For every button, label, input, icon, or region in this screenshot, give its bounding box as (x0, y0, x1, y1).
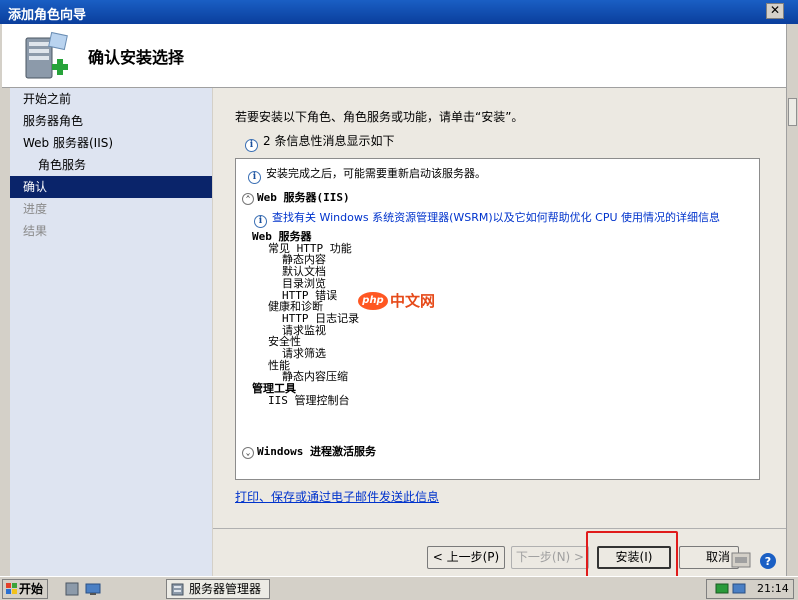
wizard-content: 若要安装以下角色、角色服务或功能，请单击“安装”。 i2 条信息性消息显示如下 … (213, 88, 786, 528)
section-web-server-label: Web 服务器(IIS) (257, 191, 350, 204)
window-title: 添加角色向导 (8, 8, 87, 23)
server-manager-icon (171, 583, 184, 596)
restart-note: i 安装完成之后，可能需要重新启动该服务器。 (248, 165, 486, 184)
windows-logo-icon (6, 583, 17, 594)
confirmation-details[interactable]: i 安装完成之后，可能需要重新启动该服务器。 ⌃ Web 服务器(IIS) i 查找有… (235, 158, 760, 480)
watermark-text: 中文网 (390, 292, 436, 310)
start-button[interactable]: 开始 (2, 579, 48, 599)
nav-item-server-roles[interactable]: 服务器角色 (10, 110, 212, 132)
tree-item: HTTP 日志记录 (282, 311, 360, 325)
clock: 21:14 (757, 582, 789, 595)
info-count-text: 2 条信息性消息显示如下 (263, 134, 395, 148)
close-icon[interactable]: ✕ (766, 3, 784, 19)
role-services-tree: Web 服务器 常见 HTTP 功能 静态内容 默认文档 目录浏览 HTTP 错误 健康和诊… (252, 231, 359, 407)
nav-item-before-you-begin[interactable]: 开始之前 (10, 88, 212, 110)
tray-network-icon[interactable] (715, 582, 749, 596)
site-watermark: php 中文网 (358, 290, 435, 311)
section-was-label: Windows 进程激活服务 (257, 445, 376, 458)
server-add-icon (25, 31, 68, 79)
taskbar-task-label: 服务器管理器 (189, 582, 262, 596)
intro-text: 若要安装以下角色、角色服务或功能，请单击“安装”。 (235, 110, 524, 124)
window-titlebar: 添加角色向导 ✕ (0, 0, 798, 24)
tree-item: 请求筛选 (282, 347, 326, 361)
section-was[interactable]: ⌄ Windows 进程激活服务 (242, 443, 376, 459)
previous-button[interactable]: < 上一步(P) (427, 546, 505, 569)
left-border (2, 88, 10, 576)
info-message-count: i 2 条信息性消息显示如下 (245, 132, 394, 152)
start-label: 开始 (19, 582, 44, 596)
background-window-scrollbar (786, 24, 798, 576)
section-web-server[interactable]: ⌃ Web 服务器(IIS) (242, 189, 350, 205)
nav-item-web-server[interactable]: Web 服务器(IIS) (10, 132, 212, 154)
tree-item: Web 服务器 (252, 230, 312, 243)
help-and-keyboard-icons: ? (731, 552, 776, 569)
wizard-nav: 开始之前 服务器角色 Web 服务器(IIS) 角色服务 确认 进度 结果 (10, 88, 212, 576)
quick-launch-icons[interactable] (64, 581, 104, 597)
wsrm-info-link[interactable]: i 查找有关 Windows 系统资源管理器(WSRM)以及它如何帮助优化 CPU… (254, 209, 720, 228)
restart-note-text: 安装完成之后，可能需要重新启动该服务器。 (266, 167, 486, 180)
wizard-footer: < 上一步(P) 下一步(N) > 安装(I) 取消 (213, 528, 786, 576)
wizard-header: 确认安装选择 (2, 24, 786, 88)
print-save-email-link[interactable]: 打印、保存或通过电子邮件发送此信息 (235, 488, 439, 505)
tree-item: IIS 管理控制台 (268, 393, 350, 407)
taskbar: 开始 服务器管理器 21:14 (0, 576, 798, 600)
wsrm-link-text[interactable]: 查找有关 Windows 系统资源管理器(WSRM)以及它如何帮助优化 CPU … (272, 211, 720, 224)
page-title: 确认安装选择 (88, 48, 185, 67)
install-highlight-box (586, 531, 678, 578)
collapse-icon[interactable]: ⌃ (242, 193, 254, 205)
system-tray: 21:14 (706, 579, 794, 599)
nav-item-confirmation[interactable]: 确认 (10, 176, 212, 198)
watermark-logo: php (358, 291, 388, 310)
nav-item-results: 结果 (23, 224, 48, 238)
nav-item-role-services[interactable]: 角色服务 (10, 154, 212, 176)
next-button: 下一步(N) > (511, 546, 589, 569)
svg-text:?: ? (765, 555, 771, 568)
scrollbar-thumb (788, 98, 797, 126)
nav-item-progress: 进度 (23, 202, 48, 216)
info-icon: i (245, 139, 258, 152)
info-icon: i (254, 215, 267, 228)
taskbar-server-manager[interactable]: 服务器管理器 (166, 579, 270, 599)
info-icon: i (248, 171, 261, 184)
tree-item: 目录浏览 (282, 276, 326, 290)
expand-icon[interactable]: ⌄ (242, 447, 254, 459)
